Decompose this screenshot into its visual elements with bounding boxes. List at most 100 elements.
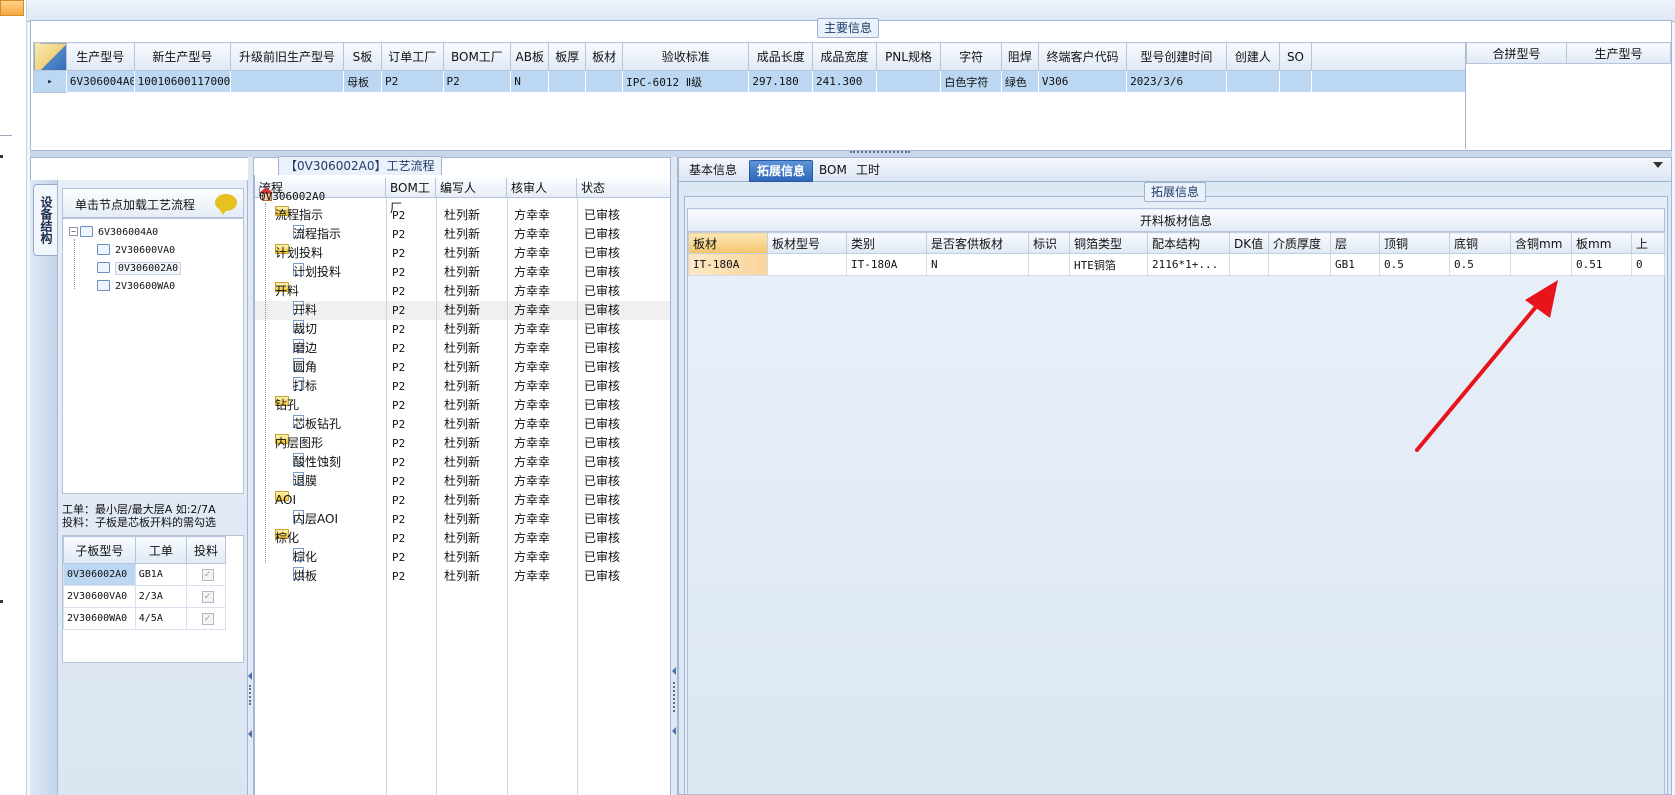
work-order[interactable]: GB1A [134,563,188,586]
column-header[interactable]: 上 [1631,232,1665,254]
flow-row[interactable]: −AOIP2杜列新方幸幸已审核 [255,491,671,510]
status-text: 已审核 [584,379,621,393]
flow-row[interactable]: 退膜 P2 杜列新 方幸幸 已审核 [255,472,671,491]
reviewer: 方幸幸 [514,246,551,260]
tab-dropdown-icon[interactable] [1653,162,1663,168]
column-header[interactable]: S板 [342,42,382,71]
column-header[interactable]: 层 [1330,232,1380,254]
column-header[interactable]: 订单工厂 [380,42,444,71]
flow-row[interactable]: −计划投料P2杜列新方幸幸已审核 [255,244,671,263]
grid-corner-selector[interactable] [33,42,67,71]
flow-row[interactable]: 棕化 P2 杜列新 方幸幸 已审核 [255,548,671,567]
column-header[interactable]: 配本结构 [1147,232,1230,254]
column-header[interactable]: 阻焊 [1000,42,1039,71]
column-header[interactable]: 顶铜 [1379,232,1450,254]
column-header[interactable]: 字符 [940,42,1002,71]
table-row[interactable]: ▸ 6V306004A0 10010600117000 母板 P2 P2 N IPC-601… [33,70,1467,93]
flow-row[interactable]: −开料P2杜列新方幸幸已审核 [255,282,671,301]
column-header[interactable]: 铜箔类型 [1069,232,1148,254]
table-cell: IT-180A [846,253,927,276]
column-header[interactable]: AB板 [510,42,550,71]
column-header[interactable]: 板材 [585,42,624,71]
device-structure-tab[interactable]: 设备结构 [33,184,57,256]
flow-root-row[interactable]: −0V306002A0 [255,187,671,206]
table-row[interactable]: 2V30600WA0 4/5A ✓ [63,607,226,630]
reviewer: 方幸幸 [514,208,551,222]
flow-row[interactable]: 内层AOI P2 杜列新 方幸幸 已审核 [255,510,671,529]
writer: 杜列新 [444,227,481,241]
collapse-left-arrow-icon[interactable] [248,730,252,738]
column-header[interactable]: 工单 [134,536,188,564]
column-header[interactable]: DK值 [1229,232,1269,254]
tree-node[interactable]: − 6V306004A0 [69,225,158,241]
column-header[interactable]: 升级前旧生产型号 [230,42,344,71]
column-header[interactable]: 新生产型号 [133,42,232,71]
left-edge-orange-button[interactable] [0,0,24,16]
flow-row[interactable]: 芯板钻孔 P2 杜列新 方幸幸 已审核 [255,415,671,434]
tab-3[interactable]: 工时 [849,160,887,182]
column-header[interactable]: 板mm [1571,232,1632,254]
column-header[interactable]: 含铜mm [1510,232,1572,254]
process-flow-tree: 流程BOM工厂编写人核审人状态 −0V306002A0−流程指示P2杜列新方幸幸… [254,175,671,795]
column-header[interactable]: 验收标准 [622,42,750,71]
column-header[interactable]: 创建人 [1225,42,1281,71]
splitter-grip[interactable] [673,682,676,712]
column-header[interactable]: 板厚 [548,42,587,71]
collapse-left-arrow-icon[interactable] [248,672,252,680]
column-header[interactable]: 生产型号 [1566,42,1671,64]
collapse-left-arrow-icon[interactable] [672,667,676,675]
feed-checkbox[interactable]: ✓ [201,568,214,581]
column-header[interactable]: BOM工厂 [442,42,512,71]
table-cell: GB1 [1330,253,1380,276]
tab-2[interactable]: BOM [812,160,854,182]
splitter-grip[interactable] [249,685,252,705]
column-header[interactable]: 板材型号 [767,232,847,254]
tree-node[interactable]: 2V30600VA0 [97,243,175,259]
flow-row[interactable]: 开料 P2 杜列新 方幸幸 已审核 [255,301,671,320]
column-header[interactable]: 成品宽度 [812,42,877,71]
flow-row[interactable]: 烘板 P2 杜列新 方幸幸 已审核 [255,567,671,586]
column-header[interactable]: 标识 [1028,232,1070,254]
column-header[interactable]: 介质厚度 [1268,232,1331,254]
flow-row[interactable]: 裁切 P2 杜列新 方幸幸 已审核 [255,320,671,339]
work-order[interactable]: 4/5A [134,607,188,630]
column-header[interactable]: 型号创建时间 [1126,42,1227,71]
feed-checkbox[interactable]: ✓ [201,590,214,603]
vertical-splitter-right[interactable] [670,157,678,795]
flow-row[interactable]: 圆角 P2 杜列新 方幸幸 已审核 [255,358,671,377]
column-header[interactable]: 合拼型号 [1466,42,1567,64]
flow-row[interactable]: −棕化P2杜列新方幸幸已审核 [255,529,671,548]
tab-1[interactable]: 拓展信息 [749,160,814,182]
collapse-left-arrow-icon[interactable] [672,727,676,735]
flow-row[interactable]: 打标 P2 杜列新 方幸幸 已审核 [255,377,671,396]
column-header[interactable]: 终端客户代码 [1037,42,1128,71]
flow-row[interactable]: 磨边 P2 杜列新 方幸幸 已审核 [255,339,671,358]
column-header[interactable]: PNL规格 [875,42,942,71]
speech-bubble-icon[interactable] [215,194,237,215]
column-header[interactable]: SO [1279,42,1312,71]
flow-step-name: 退膜 [293,474,318,488]
column-header[interactable]: 投料 [186,536,226,564]
flow-row[interactable]: −内层图形P2杜列新方幸幸已审核 [255,434,671,453]
column-header[interactable]: 底铜 [1449,232,1511,254]
column-header[interactable]: 板材 [688,232,768,254]
column-header[interactable]: 子板型号 [63,536,136,564]
flow-row[interactable]: 流程指示 P2 杜列新 方幸幸 已审核 [255,225,671,244]
tree-node[interactable]: 2V30600WA0 [97,279,175,295]
table-row[interactable]: 2V30600VA0 2/3A ✓ [63,585,226,608]
work-order[interactable]: 2/3A [134,585,188,608]
tree-node[interactable]: 0V306002A0 [97,261,182,277]
tab-0[interactable]: 基本信息 [682,160,744,182]
feed-checkbox[interactable]: ✓ [201,612,214,625]
table-row[interactable]: 0V306002A0 GB1A ✓ [63,563,226,586]
column-header[interactable]: 是否客供板材 [926,232,1029,254]
writer: 杜列新 [444,417,481,431]
flow-row[interactable]: 酸性蚀刻 P2 杜列新 方幸幸 已审核 [255,453,671,472]
flow-row[interactable]: 计划投料 P2 杜列新 方幸幸 已审核 [255,263,671,282]
column-header[interactable]: 生产型号 [65,42,135,71]
column-header[interactable]: 成品长度 [748,42,814,71]
tree-expander-icon[interactable]: − [69,227,78,236]
column-header[interactable]: 类别 [846,232,927,254]
flow-row[interactable]: −流程指示P2杜列新方幸幸已审核 [255,206,671,225]
flow-row[interactable]: −钻孔P2杜列新方幸幸已审核 [255,396,671,415]
